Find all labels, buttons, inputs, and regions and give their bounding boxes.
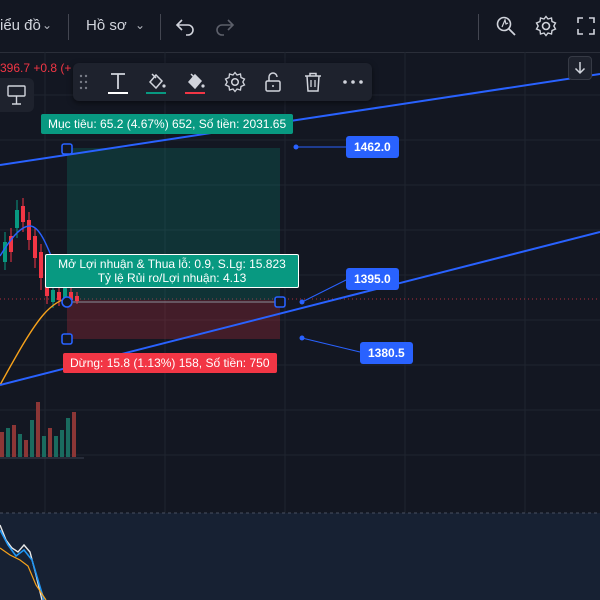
toolbar-divider: [160, 14, 161, 40]
object-tree-icon: [7, 85, 26, 105]
pnl-line: Mở Lợi nhuận & Thua lỗ: 0.9, S.Lg: 15.82…: [58, 257, 286, 271]
price-change-ticker: 396.7 +0.8 (+: [0, 61, 72, 75]
pnl-label: Mở Lợi nhuận & Thua lỗ: 0.9, S.Lg: 15.82…: [45, 254, 299, 288]
trash-icon[interactable]: [301, 70, 325, 94]
moving-average-orange: [0, 297, 69, 386]
unlock-icon[interactable]: [261, 70, 285, 94]
stop-label: Dừng: 15.8 (1.13%) 158, Số tiền: 750: [63, 353, 277, 373]
drawing-toolbar: [73, 63, 372, 101]
redo-icon[interactable]: [213, 14, 237, 38]
settings-icon[interactable]: [223, 70, 247, 94]
entry-handle[interactable]: [61, 296, 73, 308]
toolbar-divider: [478, 14, 479, 40]
target-connector-dot: [293, 144, 299, 150]
more-icon[interactable]: [341, 70, 365, 94]
text-icon[interactable]: [106, 70, 130, 94]
oscillator-pane: [0, 513, 600, 600]
chart-menu-button[interactable]: iểu đồ: [0, 17, 41, 34]
fullscreen-icon[interactable]: [574, 14, 598, 38]
chevron-down-icon[interactable]: ⌄: [42, 18, 52, 32]
price-chart[interactable]: [0, 52, 600, 600]
target-handle[interactable]: [61, 143, 73, 155]
risk-reward-line: Tỷ lệ Rủi ro/Lợi nhuận: 4.13: [97, 271, 247, 285]
entry-price-badge[interactable]: 1395.0: [346, 268, 399, 290]
fill-color-icon[interactable]: [144, 70, 168, 94]
stop-price-badge[interactable]: 1380.5: [360, 342, 413, 364]
toolbar-divider: [68, 14, 69, 40]
entry-connector-dot: [299, 299, 305, 305]
target-price-badge[interactable]: 1462.0: [346, 136, 399, 158]
drag-handle-icon[interactable]: [79, 73, 89, 91]
undo-icon[interactable]: [173, 14, 197, 38]
arrow-down-icon: [574, 62, 586, 75]
target-label: Mục tiêu: 65.2 (4.67%) 652, Số tiền: 203…: [41, 114, 294, 134]
scroll-to-realtime-button[interactable]: [568, 56, 592, 80]
entry-right-handle[interactable]: [274, 296, 286, 308]
stop-connector-dot: [299, 335, 305, 341]
side-tool-button[interactable]: [0, 78, 34, 112]
profile-menu-button[interactable]: Hồ sơ: [86, 17, 127, 34]
stop-connector: [301, 337, 361, 353]
chevron-down-icon[interactable]: ⌄: [135, 18, 145, 32]
stop-handle[interactable]: [61, 333, 73, 345]
quick-search-icon[interactable]: [494, 14, 518, 38]
settings-icon[interactable]: [534, 14, 558, 38]
background-color-icon[interactable]: [183, 70, 207, 94]
stop-zone[interactable]: [67, 300, 280, 339]
top-toolbar: iểu đồ ⌄ Hồ sơ ⌄: [0, 0, 600, 53]
